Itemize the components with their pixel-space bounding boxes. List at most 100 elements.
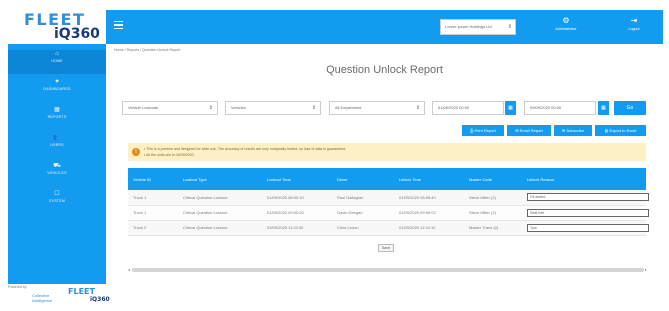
horizontal-scrollbar[interactable] bbox=[132, 268, 644, 272]
table-row: Truck 1 Critical Question Lockout 01/09/… bbox=[128, 190, 649, 206]
lockout-type-select[interactable]: Vehicle Lockouts ⇕ bbox=[122, 101, 218, 115]
hamburger-menu-icon[interactable] bbox=[114, 21, 123, 30]
user-menu[interactable]: ⚙ Administrator bbox=[548, 16, 584, 38]
sidebar-item-vehicles[interactable]: ⛟ VEHICLES bbox=[8, 162, 106, 186]
select-arrows-icon: ⇕ bbox=[208, 105, 213, 111]
table-row: Truck 2 Critical Question Lockout 03/09/… bbox=[128, 220, 649, 236]
select-arrows-icon: ⇕ bbox=[311, 105, 316, 111]
vehicle-value: Vehicles bbox=[231, 105, 246, 110]
select-arrows-icon: ⇕ bbox=[507, 24, 512, 30]
cell-driver: Chris Lenon bbox=[332, 220, 394, 236]
user-menu-label: Administrator bbox=[555, 27, 577, 31]
sidebar-item-label: REPORTS bbox=[47, 115, 67, 119]
sidebar-item-dashboards[interactable]: ♥ DASHBOARDS bbox=[8, 78, 106, 102]
cell-unlock-time: 01/09/2020 11:34:10 bbox=[394, 220, 464, 236]
cell-driver: Gavin Deegan bbox=[332, 205, 394, 221]
cell-unlock-reason: Tyre bbox=[522, 220, 649, 236]
column-header[interactable]: Driver bbox=[332, 168, 394, 190]
email-report-button[interactable]: ✉ Email Report bbox=[507, 125, 551, 136]
column-header[interactable]: Master Code bbox=[464, 168, 522, 190]
cell-master-code: Steve Miller (2) bbox=[464, 205, 522, 221]
heart-icon: ♥ bbox=[55, 79, 59, 85]
table-header-row: Vehicle ID Lockout Type Lockout Time Dri… bbox=[128, 168, 646, 190]
sidebar-item-home[interactable]: ⌂ HOME bbox=[8, 50, 106, 74]
warning-notice: ! • This is a preview and designed for w… bbox=[128, 143, 646, 161]
company-name: Collective Intelligence bbox=[32, 293, 52, 303]
notice-line-2: • All the units are in 04/09/2020 bbox=[144, 153, 194, 157]
footer-logo-fleet: FLEET bbox=[68, 287, 95, 296]
excel-icon: ▤ bbox=[604, 128, 609, 133]
logout-button[interactable]: ⇥ Logout bbox=[620, 16, 648, 38]
company-line-2: Intelligence bbox=[32, 298, 53, 303]
vehicles-icon: ⛟ bbox=[53, 163, 61, 169]
fleet-logo[interactable]: FLEET iQ360 bbox=[12, 8, 112, 44]
print-icon: ⎙ bbox=[470, 128, 474, 133]
cell-vehicle-id: Truck 2 bbox=[128, 220, 178, 236]
cell-lockout-time: 01/09/2020 09:00:20 bbox=[262, 205, 332, 221]
subscribe-icon: ✉ bbox=[561, 128, 566, 133]
footer-logo: Powered by Collective Intelligence FLEET … bbox=[8, 285, 110, 307]
export-excel-label: Export to Excel bbox=[609, 128, 637, 133]
system-icon: ☐ bbox=[54, 191, 60, 197]
users-icon: 👥 bbox=[53, 135, 61, 141]
date-from-input[interactable]: 01/09/2020 00:00 bbox=[432, 101, 504, 115]
column-header[interactable]: Lockout Time bbox=[262, 168, 332, 190]
cell-master-code: Master Trans (2) bbox=[464, 220, 522, 236]
cell-master-code: Steve Miller (2) bbox=[464, 190, 522, 206]
cell-lockout-type: Critical Question Lockout bbox=[178, 220, 262, 236]
column-header[interactable]: Lockout Type bbox=[178, 168, 262, 190]
email-icon: ✉ bbox=[515, 128, 519, 133]
unlock-reason-input[interactable]: Tyre bbox=[527, 223, 649, 232]
print-report-button[interactable]: ⎙ Print Report bbox=[462, 125, 504, 136]
subscribe-label: Subscribe bbox=[566, 128, 585, 133]
date-to-input[interactable]: 09/09/2020 00:00 bbox=[524, 101, 596, 115]
breadcrumb[interactable]: Home / Reports / Question Unlock Report bbox=[114, 48, 180, 52]
footer-logo-iq360: iQ360 bbox=[90, 296, 110, 303]
sidebar-item-system[interactable]: ☐ SYSTEM bbox=[8, 190, 106, 214]
logo-text-iq360: iQ360 bbox=[54, 26, 100, 42]
calendar-to-icon[interactable]: ▦ bbox=[598, 101, 609, 115]
gear-icon: ⚙ bbox=[562, 16, 570, 25]
cell-vehicle-id: Truck 1 bbox=[128, 205, 178, 221]
sidebar: ⌂ HOME ♥ DASHBOARDS ▦ REPORTS 👥 USERS ⛟ … bbox=[8, 44, 106, 284]
cell-unlock-time: 01/09/2020 09:09:02 bbox=[394, 205, 464, 221]
scroll-left-arrow-icon[interactable]: ◂ bbox=[128, 267, 130, 272]
scroll-right-arrow-icon[interactable]: ▸ bbox=[645, 267, 647, 272]
home-icon: ⌂ bbox=[55, 51, 59, 57]
sidebar-item-label: VEHICLES bbox=[47, 171, 67, 175]
column-header[interactable]: Vehicle ID bbox=[128, 168, 178, 190]
cell-lockout-type: Critical Question Lockout bbox=[178, 205, 262, 221]
save-button[interactable]: Save bbox=[378, 244, 394, 252]
cell-unlock-reason: Oil added bbox=[522, 190, 649, 206]
cell-driver: Paul Gallagher bbox=[332, 190, 394, 206]
notice-line-1: • This is a preview and designed for wid… bbox=[144, 147, 347, 151]
department-value: All Department bbox=[335, 105, 362, 110]
calendar-from-icon[interactable]: ▦ bbox=[505, 101, 516, 115]
sidebar-item-label: USERS bbox=[50, 143, 64, 147]
cell-lockout-time: 01/09/2020 08:00:10 bbox=[262, 190, 332, 206]
powered-by-text: Powered by bbox=[8, 285, 27, 289]
column-header[interactable]: Unlock Reason bbox=[522, 168, 646, 190]
sidebar-item-reports[interactable]: ▦ REPORTS bbox=[8, 106, 106, 130]
warning-icon: ! bbox=[132, 148, 140, 156]
organisation-select[interactable]: Lorem Ipsum Holdings Ltd ⇕ bbox=[440, 19, 516, 35]
unlock-reason-input[interactable]: Seat belt bbox=[527, 208, 649, 217]
select-arrows-icon: ⇕ bbox=[415, 105, 420, 111]
subscribe-button[interactable]: ✉ Subscribe bbox=[554, 125, 592, 136]
table-row: Truck 1 Critical Question Lockout 01/09/… bbox=[128, 205, 649, 221]
sidebar-item-users[interactable]: 👥 USERS bbox=[8, 134, 106, 158]
unlock-reason-input[interactable]: Oil added bbox=[527, 193, 649, 202]
go-button[interactable]: Go bbox=[614, 101, 646, 115]
vehicle-select[interactable]: Vehicles ⇕ bbox=[225, 101, 321, 115]
cell-unlock-reason: Seat belt bbox=[522, 205, 649, 221]
department-select[interactable]: All Department ⇕ bbox=[329, 101, 425, 115]
lockout-type-value: Vehicle Lockouts bbox=[128, 105, 159, 110]
print-report-label: Print Report bbox=[474, 128, 496, 133]
report-table: Vehicle ID Lockout Type Lockout Time Dri… bbox=[128, 168, 649, 236]
export-excel-button[interactable]: ▤ Export to Excel bbox=[595, 125, 646, 136]
cell-unlock-time: 01/09/2020 08:05:40 bbox=[394, 190, 464, 206]
logout-icon: ⇥ bbox=[630, 16, 638, 25]
column-header[interactable]: Unlock Time bbox=[394, 168, 464, 190]
top-bar: Lorem Ipsum Holdings Ltd ⇕ ⚙ Administrat… bbox=[106, 10, 663, 44]
sidebar-item-label: HOME bbox=[51, 59, 63, 63]
